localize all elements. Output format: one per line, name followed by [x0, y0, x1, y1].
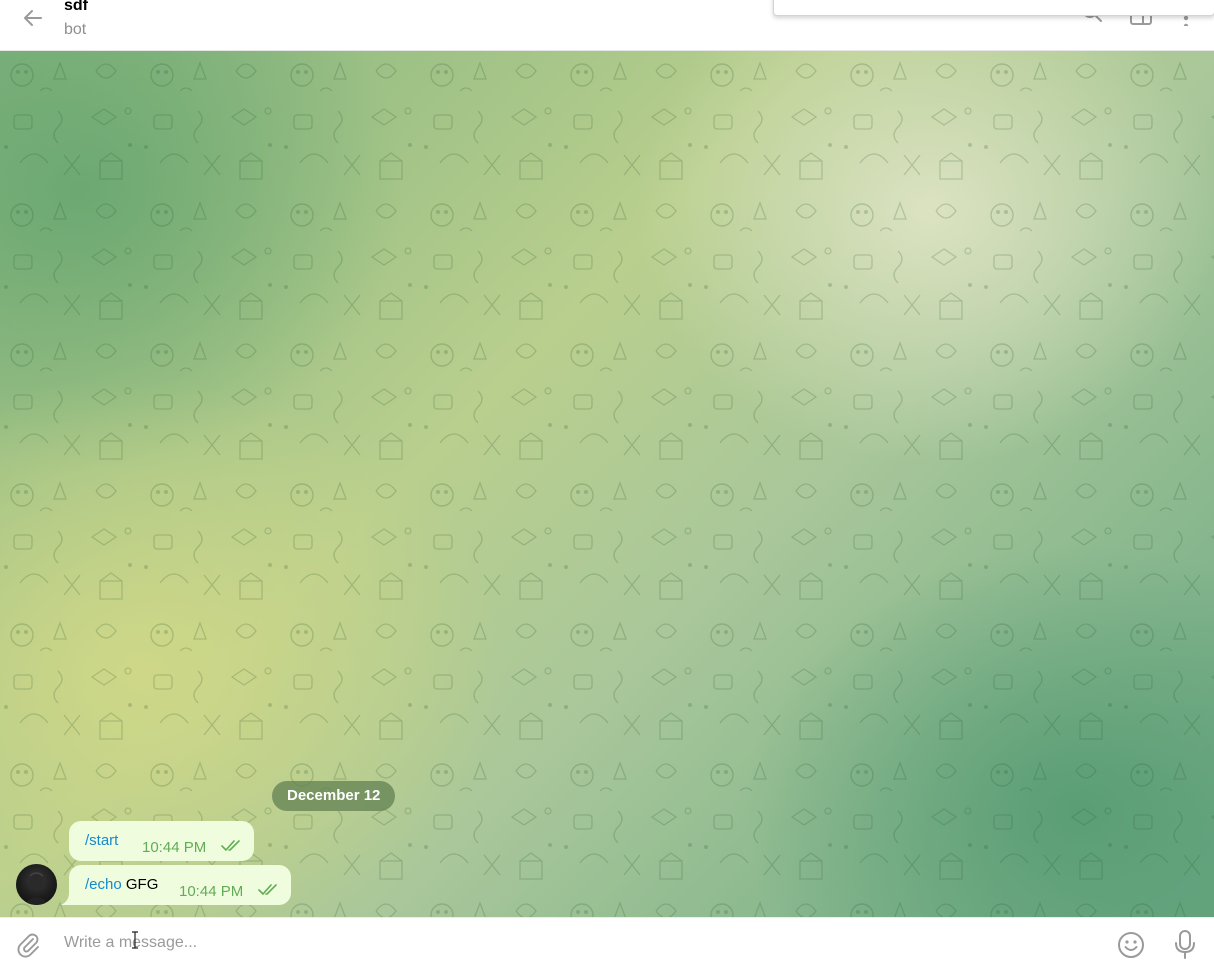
message-bubble[interactable]: /start 10:44 PM	[69, 821, 254, 861]
double-check-icon	[258, 884, 277, 895]
doodle-pattern-background	[0, 51, 1214, 917]
message-body: GFG	[121, 876, 159, 893]
message-time: 10:44 PM	[179, 883, 244, 900]
message-text: /echo GFG	[85, 876, 158, 894]
bot-command-link[interactable]: /start	[85, 832, 118, 849]
paperclip-icon[interactable]	[14, 930, 42, 958]
double-check-icon	[221, 840, 240, 851]
chat-title[interactable]: sdf	[64, 0, 88, 16]
message-bubble[interactable]: /echo GFG 10:44 PM	[69, 865, 291, 905]
chat-history[interactable]: December 12 /start 10:44 PM /echo GFG 10…	[0, 51, 1214, 917]
message-time: 10:44 PM	[142, 839, 207, 856]
telegram-window: sdf bot December 12 /start 10:44 PM /ech…	[0, 0, 1214, 968]
date-separator: December 12	[272, 781, 396, 811]
avatar-figure	[24, 872, 49, 905]
microphone-icon[interactable]	[1172, 929, 1198, 961]
back-button[interactable]	[18, 3, 48, 33]
emoji-icon[interactable]	[1117, 931, 1145, 959]
message-text: /start	[85, 832, 118, 850]
back-arrow-icon	[24, 10, 42, 26]
avatar[interactable]	[16, 864, 57, 905]
message-composer	[0, 917, 1214, 968]
text-cursor-icon	[132, 931, 138, 949]
bot-command-link[interactable]: /echo	[85, 876, 122, 893]
message-input[interactable]	[64, 932, 1064, 954]
chat-subtitle: bot	[64, 21, 87, 38]
dropdown-panel-edge	[773, 0, 1214, 16]
